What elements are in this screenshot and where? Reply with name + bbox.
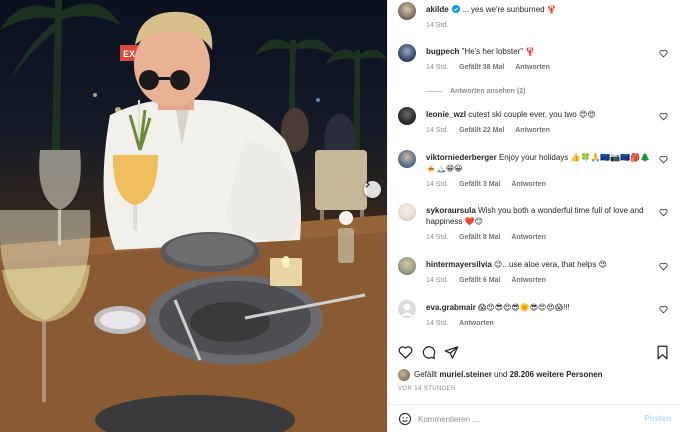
post-comment-button[interactable]: Posten <box>644 414 671 423</box>
comment-time: 14 Std. <box>426 127 449 134</box>
comment-avatar[interactable] <box>398 107 416 125</box>
restaurant-sign: EX <box>123 49 135 59</box>
liker-avatar[interactable] <box>398 369 410 381</box>
comment-likes[interactable]: Gefällt 22 Mal <box>459 127 504 134</box>
replies-divider <box>426 90 442 92</box>
comment-username[interactable]: leonie_wzl <box>426 110 466 119</box>
comment-username[interactable]: sykoraursula <box>426 206 476 215</box>
author-username[interactable]: akilde <box>426 5 449 14</box>
comment-input[interactable] <box>418 411 618 427</box>
comment-item: sykoraursula Wish you both a wonderful t… <box>398 203 668 245</box>
add-comment-bar: Posten <box>388 404 680 432</box>
likes-count[interactable]: 28.206 <box>510 370 534 379</box>
comment-username[interactable]: viktorniederberger <box>426 153 497 162</box>
comment-item: hintermayersilvia 😉...use aloe vera, tha… <box>398 257 668 291</box>
liker-username[interactable]: muriel.steiner <box>439 370 491 379</box>
comment-time: 14 Std. <box>426 181 449 188</box>
caption-time: 14 Std. <box>426 22 449 29</box>
comment-like-heart-icon[interactable] <box>659 49 668 58</box>
comment-time: 14 Std. <box>426 234 449 241</box>
comment-username[interactable]: eva.grabmair <box>426 303 476 312</box>
comment-item: eva.grabmair 😱😍😎😍😎🌞😎😍😍😱!!! 14 Std. Antwo… <box>398 300 668 334</box>
photo-scene: EX <box>0 0 387 432</box>
chevron-right-icon <box>365 181 370 188</box>
comment-username[interactable]: bugpech <box>426 47 459 56</box>
comment-item: leonie_wzl cutest ski couple ever, you t… <box>398 107 668 143</box>
comment-likes[interactable]: Gefällt 8 Mal <box>459 234 500 241</box>
comment-avatar[interactable] <box>398 257 416 275</box>
post-timestamp[interactable]: VOR 14 STUNDEN <box>398 386 456 392</box>
reply-button[interactable]: Antworten <box>515 64 550 71</box>
comment-list: akilde ... yes we're sunburned 🦞 14 Std.… <box>388 0 680 338</box>
comment-text: cutest ski couple ever, you two 😍😍 <box>468 110 596 119</box>
comment-text: 😉...use aloe vera, that helps 😍 <box>494 260 607 269</box>
comment-avatar-placeholder[interactable] <box>398 300 416 318</box>
author-avatar[interactable] <box>398 2 416 20</box>
next-photo-button[interactable] <box>364 181 381 198</box>
comment-likes[interactable]: Gefällt 6 Mal <box>459 277 500 284</box>
reply-button[interactable]: Antworten <box>511 234 546 241</box>
post-caption: akilde ... yes we're sunburned 🦞 14 Std. <box>398 2 668 34</box>
default-user-icon <box>401 303 413 316</box>
comment-icon[interactable] <box>421 345 436 360</box>
comment-like-heart-icon[interactable] <box>659 155 668 164</box>
reply-button[interactable]: Antworten <box>459 320 494 327</box>
comment-text: "He's her lobster" 🦞 <box>461 47 536 56</box>
likes-prefix: Gefällt <box>414 370 440 380</box>
comment-like-heart-icon[interactable] <box>659 305 668 314</box>
comment-time: 14 Std. <box>426 64 449 71</box>
likes-middle: und <box>491 370 510 380</box>
comment-avatar[interactable] <box>398 203 416 221</box>
comment-like-heart-icon[interactable] <box>659 208 668 217</box>
comment-like-heart-icon[interactable] <box>659 262 668 271</box>
comment-time: 14 Std. <box>426 277 449 284</box>
comment-like-heart-icon[interactable] <box>659 112 668 121</box>
comment-item: bugpech "He's her lobster" 🦞 14 Std. Gef… <box>398 44 668 84</box>
verified-badge-icon <box>451 5 460 13</box>
bookmark-icon[interactable] <box>655 345 670 360</box>
comment-text: 😱😍😎😍😎🌞😎😍😍😱!!! <box>478 303 570 312</box>
post-action-bar <box>398 345 670 361</box>
comment-likes[interactable]: Gefällt 3 Mal <box>459 181 500 188</box>
heart-icon[interactable] <box>398 345 413 360</box>
reply-button[interactable]: Antworten <box>511 277 546 284</box>
comment-username[interactable]: hintermayersilvia <box>426 260 492 269</box>
likes-suffix[interactable]: weitere Personen <box>534 370 602 379</box>
view-replies-button[interactable]: Antworten ansehen (2) <box>426 88 525 95</box>
caption-text: ... yes we're sunburned 🦞 <box>462 5 557 14</box>
comment-item: viktorniederberger Enjoy your holidays 👍… <box>398 150 668 192</box>
likes-summary: Gefällt muriel.steiner und 28.206 weiter… <box>398 369 603 381</box>
smile-icon[interactable] <box>398 412 412 426</box>
post-sidebar: akilde ... yes we're sunburned 🦞 14 Std.… <box>387 0 680 432</box>
view-replies-label: Antworten ansehen (2) <box>450 88 526 95</box>
share-icon[interactable] <box>444 345 459 360</box>
post-photo: EX <box>0 0 387 432</box>
comment-time: 14 Std. <box>426 320 449 327</box>
comment-avatar[interactable] <box>398 44 416 62</box>
reply-button[interactable]: Antworten <box>511 181 546 188</box>
comment-likes[interactable]: Gefällt 38 Mal <box>459 64 504 71</box>
comment-avatar[interactable] <box>398 150 416 168</box>
reply-button[interactable]: Antworten <box>515 127 550 134</box>
